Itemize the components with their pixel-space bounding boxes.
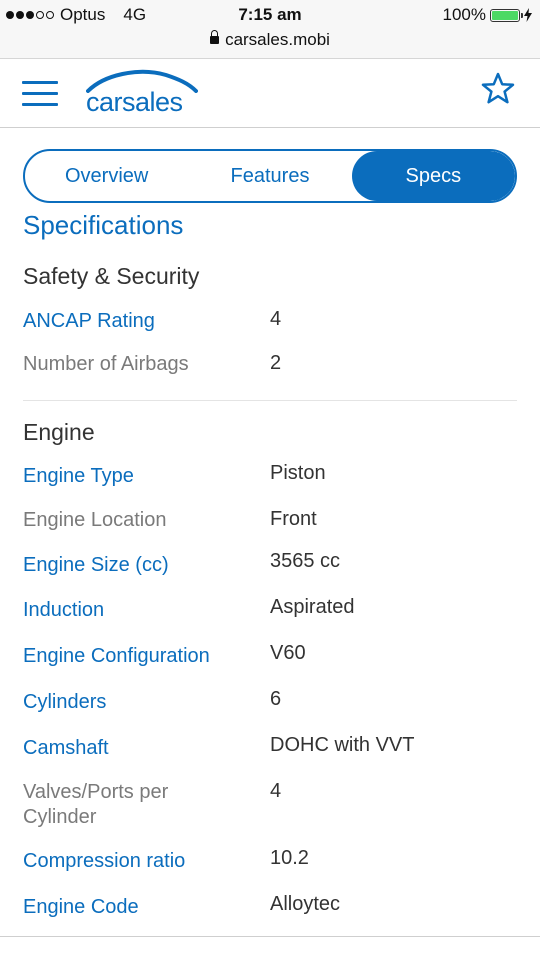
charging-icon: [524, 8, 532, 22]
spec-value-induction: Aspirated: [270, 596, 355, 618]
spec-label-airbags: Number of Airbags: [23, 353, 189, 375]
carrier-info: Optus 4G: [6, 5, 146, 25]
spec-label-engine-configuration[interactable]: Engine Configuration: [23, 644, 243, 669]
spec-label-induction[interactable]: Induction: [23, 598, 243, 623]
signal-strength-icon: [6, 11, 54, 19]
spec-label-compression-ratio[interactable]: Compression ratio: [23, 849, 243, 874]
spec-value-airbags: 2: [270, 352, 282, 374]
section-heading-safety: Safety & Security: [23, 263, 200, 289]
star-icon[interactable]: [480, 71, 516, 107]
tab-specs[interactable]: Specs: [351, 151, 515, 201]
spec-value-compression-ratio: 10.2: [270, 847, 309, 869]
spec-value-engine-type: Piston: [270, 462, 326, 484]
battery-icon: [490, 8, 523, 22]
section-divider: [23, 400, 517, 401]
address-bar[interactable]: carsales.mobi: [0, 29, 540, 50]
page-title: Specifications: [23, 210, 184, 240]
spec-label-engine-code[interactable]: Engine Code: [23, 895, 243, 920]
spec-label-engine-size[interactable]: Engine Size (cc): [23, 553, 243, 578]
battery-percent: 100%: [442, 5, 486, 24]
network-type: 4G: [123, 5, 147, 24]
spec-label-engine-type[interactable]: Engine Type: [23, 464, 243, 489]
spec-value-camshaft: DOHC with VVT: [270, 734, 415, 756]
status-bar: Optus 4G 7:15 am 100% carsales.mobi: [0, 0, 540, 59]
spec-label-ancap-rating[interactable]: ANCAP Rating: [23, 309, 243, 334]
site-header: carsales: [0, 59, 540, 128]
spec-value-ancap-rating: 4: [270, 308, 282, 330]
bottom-divider: [0, 936, 540, 937]
spec-value-cylinders: 6: [270, 688, 282, 710]
section-heading-engine: Engine: [23, 419, 95, 445]
spec-value-valves-per-cylinder: 4: [270, 780, 282, 802]
logo-text: carsales: [86, 87, 183, 117]
spec-value-engine-location: Front: [270, 508, 317, 530]
tab-overview[interactable]: Overview: [25, 151, 188, 201]
spec-value-engine-configuration: V60: [270, 642, 306, 664]
menu-icon[interactable]: [22, 81, 58, 107]
spec-label-cylinders[interactable]: Cylinders: [23, 690, 243, 715]
carsales-logo[interactable]: carsales: [86, 69, 198, 121]
url-text: carsales.mobi: [225, 30, 330, 49]
spec-label-engine-location: Engine Location: [23, 509, 167, 531]
lock-icon: [210, 29, 220, 44]
tab-bar: Overview Features Specs: [23, 149, 517, 203]
carrier-name: Optus: [60, 5, 106, 24]
spec-value-engine-code: Alloytec: [270, 893, 341, 915]
spec-label-camshaft[interactable]: Camshaft: [23, 736, 243, 761]
tab-features[interactable]: Features: [188, 151, 351, 201]
spec-value-engine-size: 3565 cc: [270, 550, 341, 572]
spec-label-valves-per-cylinder: Valves/Ports per Cylinder: [23, 781, 169, 828]
